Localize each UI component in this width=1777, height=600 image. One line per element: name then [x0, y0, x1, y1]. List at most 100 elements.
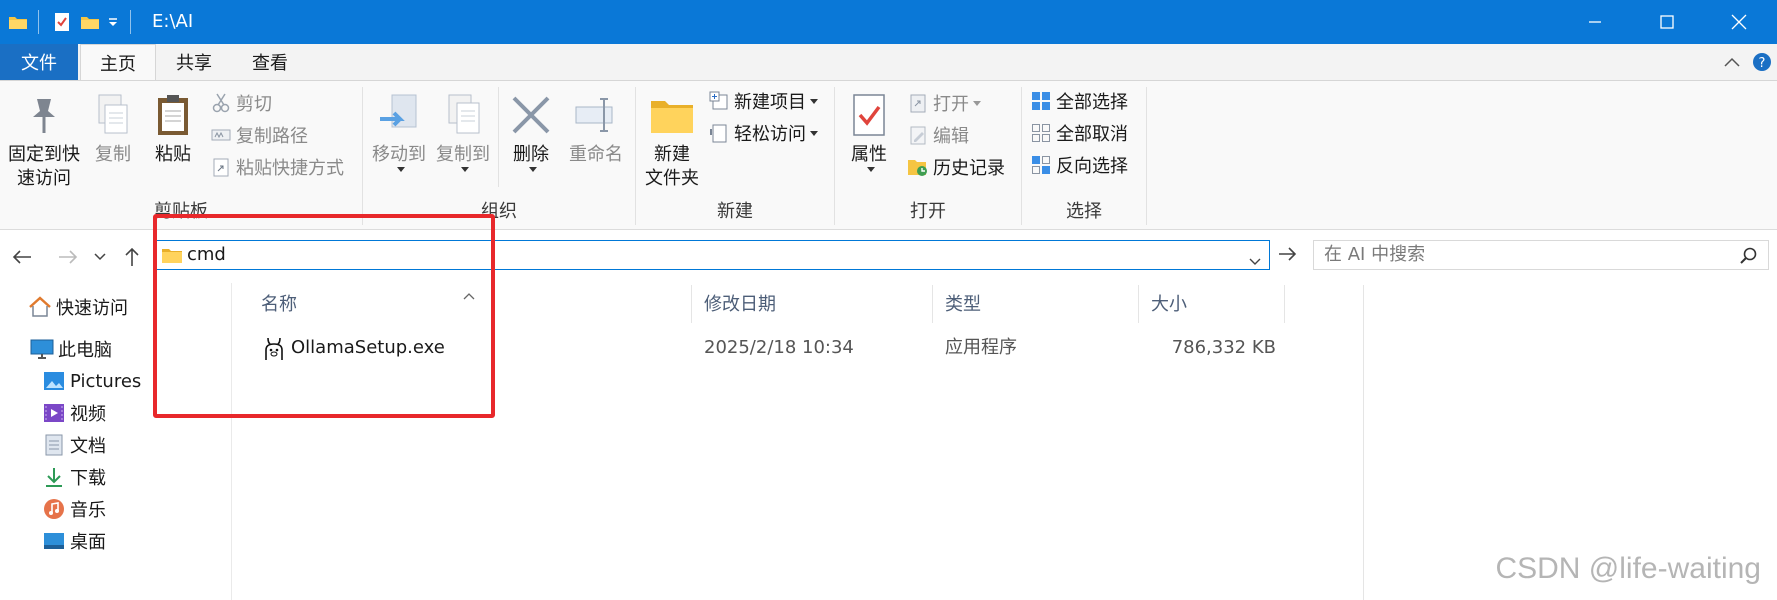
cut-button[interactable]: 剪切 — [210, 89, 272, 117]
easy-access-label: 轻松访问 — [734, 124, 806, 145]
column-header-modified[interactable]: 修改日期 — [692, 283, 932, 323]
paste-shortcut-icon — [210, 156, 232, 178]
delete-dropdown[interactable] — [503, 167, 559, 177]
history-icon — [907, 156, 929, 178]
new-item-icon — [708, 90, 730, 112]
nav-item-music[interactable]: 音乐 — [42, 495, 106, 523]
paste-icon — [148, 91, 198, 139]
file-explorer-window: E:\AI 文件 主页 共享 查看 ? 固定到快 速访问 复制 粘贴 剪切 复制… — [0, 0, 1777, 600]
delete-x-icon — [503, 91, 559, 139]
column-header-size[interactable]: 大小 — [1139, 283, 1284, 323]
edit-label: 编辑 — [933, 126, 969, 147]
paste-shortcut-button[interactable]: 粘贴快捷方式 — [210, 153, 344, 181]
tab-share[interactable]: 共享 — [156, 44, 232, 80]
properties-button[interactable]: 属性 — [841, 91, 897, 177]
select-none-button[interactable]: 全部取消 — [1030, 119, 1128, 147]
history-button[interactable]: 历史记录 — [907, 153, 1005, 181]
tab-view[interactable]: 查看 — [232, 44, 308, 80]
maximize-button[interactable] — [1631, 0, 1703, 44]
rename-button[interactable]: 重命名 — [563, 91, 629, 167]
search-box[interactable]: 在 AI 中搜索 — [1313, 240, 1769, 270]
nav-item-documents[interactable]: 文档 — [42, 431, 106, 459]
nav-item-downloads[interactable]: 下载 — [42, 463, 106, 491]
new-folder-button[interactable]: 新建 文件夹 — [640, 91, 704, 191]
scissors-icon — [210, 92, 232, 114]
organize-group: 移动到 复制到 删除 重命名 组织 — [363, 81, 635, 231]
ribbon-group-divider — [1146, 87, 1147, 225]
delete-button[interactable]: 删除 — [503, 91, 559, 177]
invert-selection-button[interactable]: 反向选择 — [1030, 151, 1128, 179]
move-to-button[interactable]: 移动到 — [367, 91, 431, 177]
column-divider[interactable] — [1284, 285, 1285, 323]
properties-quick-icon[interactable] — [50, 10, 74, 34]
new-folder-icon — [640, 91, 704, 139]
open-button[interactable]: 打开 — [907, 89, 981, 117]
select-all-button[interactable]: 全部选择 — [1030, 87, 1128, 115]
back-button[interactable] — [10, 245, 34, 269]
new-item-label: 新建项目 — [734, 92, 806, 113]
help-button[interactable]: ? — [1750, 50, 1774, 74]
copy-button[interactable]: 复制 — [88, 91, 138, 167]
nav-item-label: 视频 — [70, 404, 106, 425]
nav-item-label: 快速访问 — [56, 298, 128, 319]
column-header-type[interactable]: 类型 — [933, 283, 1138, 323]
open-icon — [907, 92, 929, 114]
new-item-dropdown-icon — [810, 98, 818, 104]
nav-item-videos[interactable]: 视频 — [42, 399, 106, 427]
nav-item-label: 文档 — [70, 436, 106, 457]
nav-item-label: 桌面 — [70, 532, 106, 553]
open-group: 属性 打开 编辑 历史记录 打开 — [835, 81, 1021, 231]
search-input[interactable]: 在 AI 中搜索 — [1324, 241, 1425, 269]
new-item-button[interactable]: 新建项目 — [708, 87, 818, 115]
copy-to-button[interactable]: 复制到 — [431, 91, 495, 177]
easy-access-button[interactable]: 轻松访问 — [708, 119, 818, 147]
copy-to-dropdown[interactable] — [431, 167, 495, 177]
delete-label: 删除 — [513, 144, 549, 165]
easy-access-dropdown-icon — [810, 130, 818, 136]
minimize-button[interactable] — [1559, 0, 1631, 44]
go-button[interactable] — [1278, 246, 1298, 266]
new-group-label: 新建 — [717, 201, 753, 222]
edit-button[interactable]: 编辑 — [907, 121, 969, 149]
invert-selection-label: 反向选择 — [1056, 156, 1128, 177]
file-size: 786,332 KB — [1171, 337, 1276, 358]
open-group-label: 打开 — [910, 201, 946, 222]
close-button[interactable] — [1703, 0, 1775, 44]
recent-locations-button[interactable] — [92, 245, 108, 269]
maximize-icon — [1660, 15, 1674, 29]
arrow-right-icon — [1279, 247, 1297, 261]
collapse-ribbon-button[interactable] — [1720, 50, 1744, 74]
copy-icon — [88, 91, 138, 139]
paste-button[interactable]: 粘贴 — [148, 91, 198, 167]
up-button[interactable] — [120, 245, 144, 269]
quick-access-home-icon — [28, 295, 52, 319]
close-icon — [1731, 14, 1747, 30]
nav-item-desktop[interactable]: 桌面 — [42, 527, 106, 555]
rename-label: 重命名 — [569, 144, 623, 165]
edit-pencil-icon — [907, 124, 929, 146]
properties-dropdown[interactable] — [841, 167, 897, 177]
copy-path-label: 复制路径 — [236, 126, 308, 147]
nav-item-this-pc[interactable]: 此电脑 — [30, 335, 112, 363]
forward-button[interactable] — [56, 245, 80, 269]
new-folder-quick-icon[interactable] — [78, 10, 102, 34]
tab-home[interactable]: 主页 — [80, 44, 156, 81]
select-group-label: 选择 — [1066, 201, 1102, 222]
ribbon-tab-row: 文件 主页 共享 查看 ? — [0, 44, 1777, 81]
move-to-dropdown[interactable] — [367, 167, 431, 177]
column-divider — [1363, 285, 1364, 600]
customize-quick-access-icon[interactable] — [104, 10, 122, 34]
nav-item-quick-access[interactable]: 快速访问 — [28, 293, 128, 321]
search-icon[interactable] — [1740, 247, 1758, 269]
pin-to-quick-access-button[interactable]: 固定到快 速访问 — [4, 91, 84, 191]
properties-label: 属性 — [851, 144, 887, 165]
tab-file[interactable]: 文件 — [0, 44, 78, 80]
address-dropdown-button[interactable] — [1249, 251, 1261, 270]
downloads-icon — [42, 465, 66, 489]
open-label: 打开 — [933, 94, 969, 115]
nav-item-pictures[interactable]: Pictures — [42, 367, 141, 395]
copy-path-button[interactable]: 复制路径 — [210, 121, 308, 149]
select-none-label: 全部取消 — [1056, 124, 1128, 145]
copy-path-icon — [210, 124, 232, 146]
select-all-label: 全部选择 — [1056, 92, 1128, 113]
